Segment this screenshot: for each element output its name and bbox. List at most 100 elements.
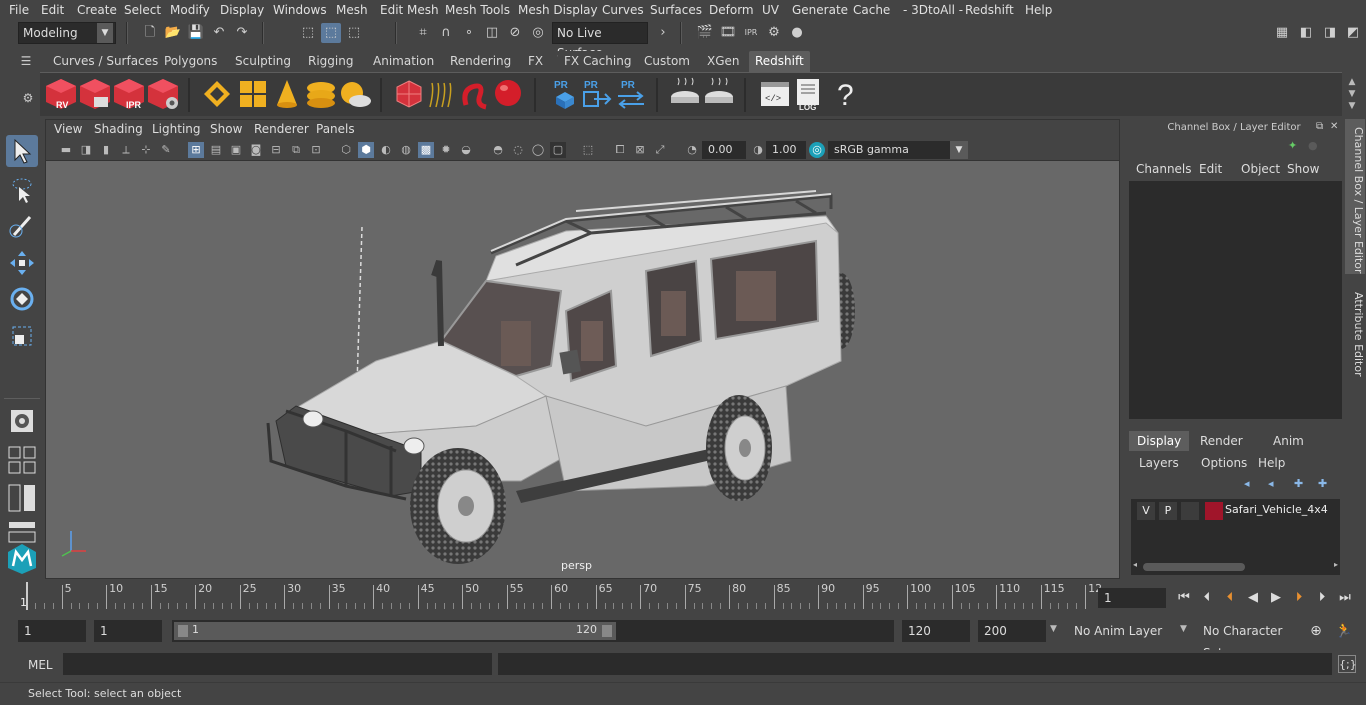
menu-view[interactable]: View: [54, 122, 82, 136]
tab-fx[interactable]: FX: [522, 51, 550, 72]
redshift-settings-icon[interactable]: [146, 77, 180, 111]
anti-aliasing-icon[interactable]: ◌: [510, 142, 526, 158]
layout-outliner-icon[interactable]: [6, 482, 38, 514]
ambient-occlusion-icon[interactable]: ◒: [458, 142, 474, 158]
color-management-icon[interactable]: ◎: [809, 142, 825, 158]
redshift-sun-sky-icon[interactable]: [338, 77, 372, 111]
tab-channel-box[interactable]: Channel Box / Layer Editor: [1345, 119, 1365, 274]
pr-export-icon[interactable]: PR: [580, 77, 614, 111]
end-frame-field[interactable]: 200: [978, 620, 1046, 642]
menu-deform[interactable]: Deform: [709, 3, 754, 17]
go-to-end-icon[interactable]: ⏭: [1335, 588, 1355, 608]
fit-view-icon[interactable]: ⤢: [652, 142, 668, 158]
menu-object[interactable]: Object: [1241, 162, 1280, 176]
script-language-label[interactable]: MEL: [28, 658, 53, 672]
tab-anim[interactable]: Anim: [1265, 431, 1312, 451]
layout-icon[interactable]: ◧: [1296, 23, 1316, 43]
live-surface-field[interactable]: No Live Surface: [552, 22, 648, 60]
chevron-right-icon[interactable]: ›: [653, 23, 673, 43]
redshift-spot-light-icon[interactable]: [270, 77, 304, 111]
shadows-icon[interactable]: ✹: [438, 142, 454, 158]
bookmark-icon[interactable]: ▮: [98, 142, 114, 158]
xray-icon[interactable]: ▢: [550, 142, 566, 158]
chevron-down-icon[interactable]: ▼: [1180, 624, 1187, 634]
scroll-right-icon[interactable]: ▸: [1334, 560, 1338, 569]
script-editor-icon[interactable]: </>: [758, 77, 792, 111]
safe-title-icon[interactable]: ⊡: [308, 142, 324, 158]
step-forward-key-icon[interactable]: ⏵: [1312, 588, 1332, 608]
bake-icon[interactable]: [668, 77, 702, 111]
pr-swap-icon[interactable]: PR: [614, 77, 648, 111]
paint-select-tool-icon[interactable]: [6, 209, 38, 241]
redshift-area-light-icon[interactable]: [304, 77, 338, 111]
play-forward-icon[interactable]: ▶: [1266, 588, 1286, 608]
menu-create[interactable]: Create: [77, 3, 117, 17]
menu-curves[interactable]: Curves: [602, 3, 644, 17]
step-back-key-icon[interactable]: ⏴: [1197, 588, 1217, 608]
xray-active-icon[interactable]: ⊠: [632, 142, 648, 158]
resolution-gate-icon[interactable]: ▣: [228, 142, 244, 158]
start-frame-field[interactable]: 1: [18, 620, 86, 642]
scale-tool-icon[interactable]: [6, 320, 38, 352]
lights-icon[interactable]: ▩: [418, 142, 434, 158]
isolate-select-icon[interactable]: ⬚: [580, 142, 596, 158]
smooth-shade-icon[interactable]: ⬢: [358, 142, 374, 158]
select-tool-icon[interactable]: [6, 135, 38, 167]
tab-custom[interactable]: Custom: [638, 51, 696, 72]
gate-mask-icon[interactable]: ◙: [248, 142, 264, 158]
menu-help[interactable]: Help: [1258, 456, 1285, 470]
move-tool-icon[interactable]: [6, 247, 38, 279]
snap-curve-icon[interactable]: ∩: [436, 23, 456, 43]
redshift-volume-icon[interactable]: [236, 77, 270, 111]
menu-generate[interactable]: Generate: [792, 3, 848, 17]
color-space-select[interactable]: sRGB gamma ▼: [828, 141, 968, 159]
tab-xgen[interactable]: XGen: [701, 51, 746, 72]
shelf-scroll-icon[interactable]: ▲ ▼ ▼: [1344, 76, 1360, 112]
camera-attributes-icon[interactable]: ◨: [78, 142, 94, 158]
depth-of-field-icon[interactable]: ◯: [530, 142, 546, 158]
redshift-batch-render-icon[interactable]: [78, 77, 112, 111]
tab-display[interactable]: Display: [1129, 431, 1190, 451]
time-slider[interactable]: 5 10 15 20 25 30 35 40 45 50 55 60 65 70 75 80 85 90 95 100…: [20, 582, 1102, 610]
film-gate-icon[interactable]: ▤: [208, 142, 224, 158]
menu-show[interactable]: Show: [210, 122, 242, 136]
menu-renderer[interactable]: Renderer: [254, 122, 309, 136]
menu-options[interactable]: Options: [1201, 456, 1247, 470]
select-object-icon[interactable]: ⬚: [321, 23, 341, 43]
viewport-canvas[interactable]: persp: [46, 161, 1119, 578]
menu-mesh-display[interactable]: Mesh Display: [518, 3, 598, 17]
snap-grid-icon[interactable]: ⌗: [413, 23, 433, 43]
image-plane-icon[interactable]: ⟂: [118, 142, 134, 158]
script-editor-icon[interactable]: {;}: [1338, 655, 1357, 673]
undo-icon[interactable]: ↶: [209, 23, 229, 43]
open-scene-icon[interactable]: 📂: [163, 23, 183, 43]
pr-object-icon[interactable]: PR: [548, 77, 582, 111]
ipr-render-icon[interactable]: IPR: [741, 23, 761, 43]
snap-view-plane-icon[interactable]: ◫: [482, 23, 502, 43]
range-handle-end[interactable]: [602, 625, 612, 637]
redshift-curve-icon[interactable]: [458, 77, 492, 111]
redshift-ipr-icon[interactable]: IPR: [112, 77, 146, 111]
playback-start-field[interactable]: 1: [94, 620, 162, 642]
redshift-hair-icon[interactable]: [424, 77, 458, 111]
new-layer-selected-icon[interactable]: ✚: [1318, 477, 1332, 491]
menu-channels[interactable]: Channels: [1136, 162, 1192, 176]
select-hierarchy-icon[interactable]: ⬚: [298, 23, 318, 43]
xray-joints-icon[interactable]: ⧠: [612, 142, 628, 158]
tab-curves-surfaces[interactable]: Curves / Surfaces: [47, 51, 165, 72]
menu-file[interactable]: File: [9, 3, 29, 17]
new-scene-icon[interactable]: 🗋: [140, 23, 160, 43]
playback-end-field[interactable]: 120: [902, 620, 970, 642]
tab-rendering[interactable]: Rendering: [444, 51, 518, 72]
workspace-icon[interactable]: ▦: [1272, 23, 1292, 43]
soft-select-tool-icon[interactable]: [6, 405, 38, 437]
textured-icon[interactable]: ◍: [398, 142, 414, 158]
menu-redshift[interactable]: Redshift: [965, 3, 1014, 17]
menu-select[interactable]: Select: [124, 3, 161, 17]
tab-rigging[interactable]: Rigging: [302, 51, 360, 72]
wireframe-on-shaded-icon[interactable]: ◐: [378, 142, 394, 158]
menu-shading[interactable]: Shading: [94, 122, 143, 136]
tab-redshift[interactable]: Redshift: [749, 51, 810, 72]
gear-icon[interactable]: ⚙: [18, 88, 38, 108]
menu-edit-mesh[interactable]: Edit Mesh: [380, 3, 439, 17]
